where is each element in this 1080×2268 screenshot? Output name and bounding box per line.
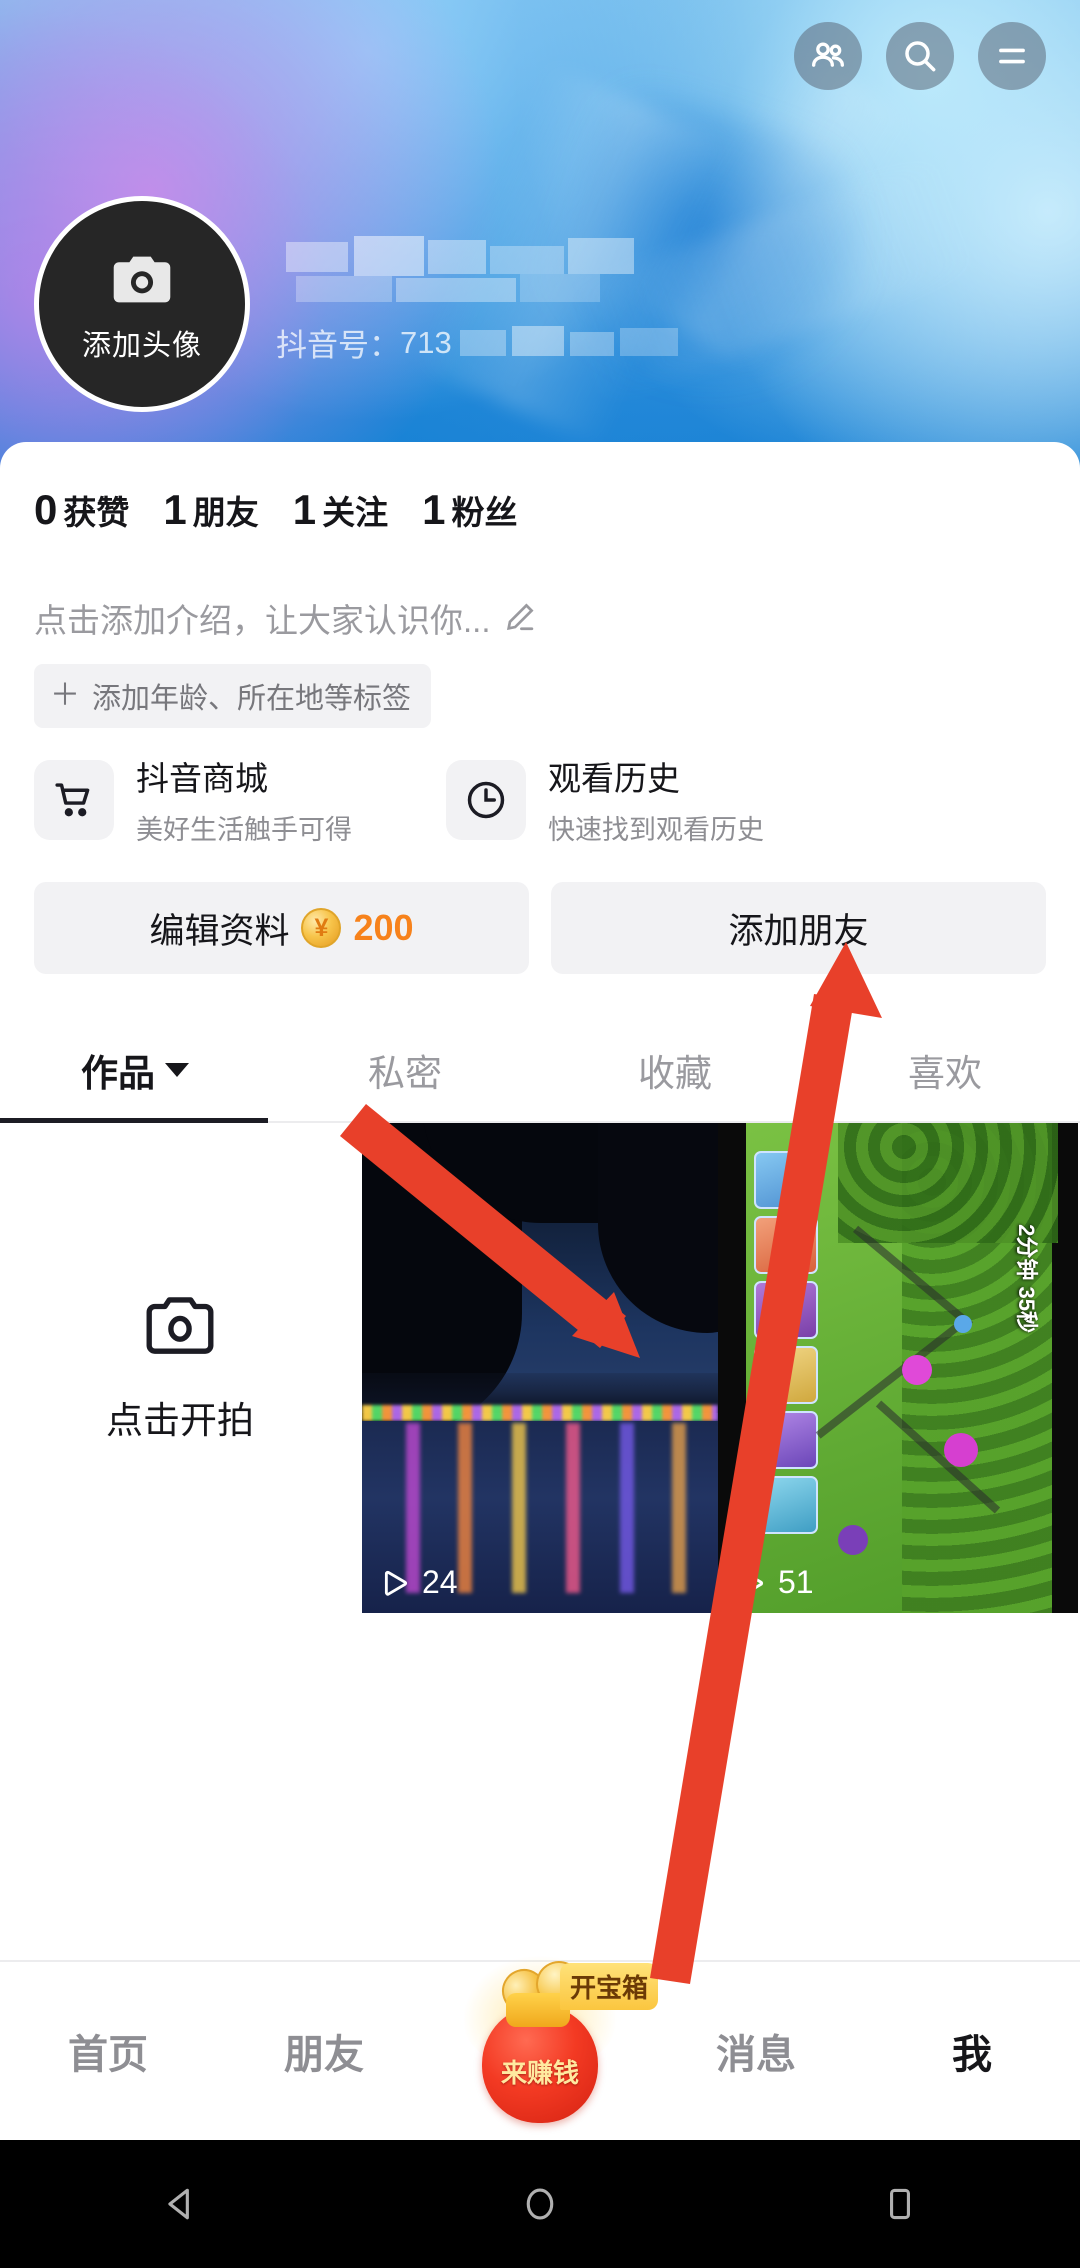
tab-label: 喜欢 bbox=[908, 1053, 982, 1094]
header-icon-bar bbox=[794, 22, 1046, 90]
shortcut-history[interactable]: 观看历史 快速找到观看历史 bbox=[446, 752, 836, 847]
tab-works[interactable]: 作品 bbox=[0, 1022, 270, 1118]
tab-likes[interactable]: 喜欢 bbox=[810, 1022, 1080, 1118]
douyin-profile-screen: 添加头像 抖音号： 713 0 获赞 1 朋友 1 关注 1 粉丝 点击添加介绍… bbox=[0, 0, 1080, 2268]
douyin-id-value: 713 bbox=[400, 324, 452, 360]
friends-icon[interactable] bbox=[794, 22, 862, 90]
edit-profile-button[interactable]: 编辑资料 ¥ 200 bbox=[34, 882, 529, 974]
stat-label: 关注 bbox=[322, 494, 389, 531]
nav-label: 来赚钱 bbox=[500, 2058, 579, 2088]
stat-label: 粉丝 bbox=[451, 494, 518, 531]
edit-profile-label: 编辑资料 bbox=[149, 911, 290, 951]
add-tags-chip[interactable]: ＋ 添加年龄、所在地等标签 bbox=[34, 664, 432, 728]
stat-label: 朋友 bbox=[192, 494, 259, 531]
open-chest-badge[interactable]: 开宝箱 bbox=[560, 1963, 659, 2010]
nav-friends[interactable]: 朋友 bbox=[216, 2022, 432, 2080]
home-button[interactable] bbox=[360, 2182, 720, 2226]
nav-me[interactable]: 我 bbox=[864, 2022, 1080, 2080]
stat-value: 0 bbox=[34, 486, 58, 533]
game-timer: 2分钟 35秒 bbox=[1014, 1224, 1039, 1333]
nav-earn-money[interactable]: 来赚钱 开宝箱 bbox=[432, 1953, 659, 2137]
bio-row[interactable]: 点击添加介绍，让大家认识你... bbox=[34, 594, 537, 642]
android-navigation-bar bbox=[0, 2140, 1080, 2268]
tab-label: 收藏 bbox=[638, 1053, 712, 1094]
stat-label: 获赞 bbox=[63, 494, 130, 531]
pencil-icon[interactable] bbox=[503, 600, 537, 639]
douyin-id[interactable]: 抖音号： 713 bbox=[276, 320, 686, 365]
chevron-down-icon[interactable] bbox=[165, 1063, 189, 1077]
video-thumbnail-1[interactable]: 24 bbox=[360, 1123, 718, 1613]
camera-icon bbox=[111, 253, 173, 312]
content-tabs: 作品 私密 收藏 喜欢 bbox=[0, 1022, 1080, 1118]
profile-sheet: 0 获赞 1 朋友 1 关注 1 粉丝 点击添加介绍，让大家认识你... ＋ 添… bbox=[0, 442, 1080, 1960]
avatar[interactable]: 添加头像 bbox=[34, 196, 250, 412]
nav-home[interactable]: 首页 bbox=[0, 2022, 216, 2080]
video-grid: 点击开拍 24 2分钟 35秒 51 bbox=[0, 1123, 1080, 1613]
plus-icon: ＋ bbox=[50, 679, 80, 712]
menu-icon[interactable] bbox=[978, 22, 1046, 90]
action-button-row: 编辑资料 ¥ 200 添加朋友 bbox=[34, 882, 1046, 974]
coin-amount: 200 bbox=[353, 907, 414, 948]
nav-messages[interactable]: 消息 bbox=[648, 2022, 864, 2080]
stat-following[interactable]: 1 关注 bbox=[293, 486, 388, 534]
shortcut-mall[interactable]: 抖音商城 美好生活触手可得 bbox=[34, 752, 424, 847]
play-count-badge: 51 bbox=[734, 1564, 814, 1601]
tab-label: 作品 bbox=[81, 1053, 155, 1094]
nav-label: 首页 bbox=[68, 2033, 148, 2077]
clock-icon bbox=[446, 759, 526, 840]
stat-value: 1 bbox=[292, 486, 317, 533]
game-card-strip bbox=[754, 1151, 818, 1534]
recents-button[interactable] bbox=[720, 2182, 1080, 2226]
stat-likes[interactable]: 0 获赞 bbox=[34, 486, 129, 534]
play-count-badge: 24 bbox=[378, 1564, 458, 1601]
stat-followers[interactable]: 1 粉丝 bbox=[422, 486, 517, 534]
coin-icon: ¥ bbox=[301, 908, 342, 948]
shortcut-subtitle: 美好生活触手可得 bbox=[136, 815, 352, 845]
play-count: 51 bbox=[778, 1564, 814, 1600]
tab-private[interactable]: 私密 bbox=[270, 1022, 540, 1118]
add-friend-button[interactable]: 添加朋友 bbox=[551, 882, 1046, 974]
tab-favorites[interactable]: 收藏 bbox=[540, 1022, 810, 1118]
shortcut-title: 抖音商城 bbox=[136, 760, 268, 797]
username-masked bbox=[276, 236, 696, 308]
shoot-cell[interactable]: 点击开拍 bbox=[0, 1123, 360, 1613]
avatar-circle[interactable]: 添加头像 bbox=[34, 196, 250, 412]
bio-placeholder: 点击添加介绍，让大家认识你... bbox=[34, 602, 491, 639]
nav-label: 消息 bbox=[716, 2033, 796, 2077]
shoot-label: 点击开拍 bbox=[106, 1399, 254, 1441]
nav-label: 朋友 bbox=[284, 2033, 364, 2077]
shopping-cart-icon bbox=[34, 759, 114, 840]
bottom-navigation-bar: 首页 朋友 来赚钱 开宝箱 消息 我 bbox=[0, 1953, 1080, 2140]
avatar-label: 添加头像 bbox=[81, 329, 202, 362]
add-tags-label: 添加年龄、所在地等标签 bbox=[92, 683, 412, 715]
shortcut-subtitle: 快速找到观看历史 bbox=[548, 815, 764, 845]
stats-row: 0 获赞 1 朋友 1 关注 1 粉丝 bbox=[34, 486, 517, 534]
nav-label: 我 bbox=[952, 2033, 992, 2077]
stat-friends[interactable]: 1 朋友 bbox=[163, 486, 258, 534]
stat-value: 1 bbox=[422, 486, 446, 533]
camera-icon bbox=[142, 1293, 218, 1364]
shortcut-title: 观看历史 bbox=[548, 760, 680, 797]
douyin-id-masked bbox=[456, 325, 686, 360]
back-button[interactable] bbox=[0, 2182, 360, 2226]
search-icon[interactable] bbox=[886, 22, 954, 90]
stat-value: 1 bbox=[163, 486, 187, 533]
earn-money-pouch[interactable]: 来赚钱 开宝箱 bbox=[454, 1953, 659, 2137]
douyin-id-prefix: 抖音号： bbox=[276, 328, 400, 363]
shortcut-row: 抖音商城 美好生活触手可得 观看历史 快速找到观看历史 bbox=[34, 752, 1046, 847]
tab-label: 私密 bbox=[368, 1053, 442, 1094]
video-thumbnail-2[interactable]: 2分钟 35秒 51 bbox=[718, 1123, 1078, 1613]
play-count: 24 bbox=[422, 1564, 458, 1600]
add-friend-label: 添加朋友 bbox=[728, 911, 869, 951]
